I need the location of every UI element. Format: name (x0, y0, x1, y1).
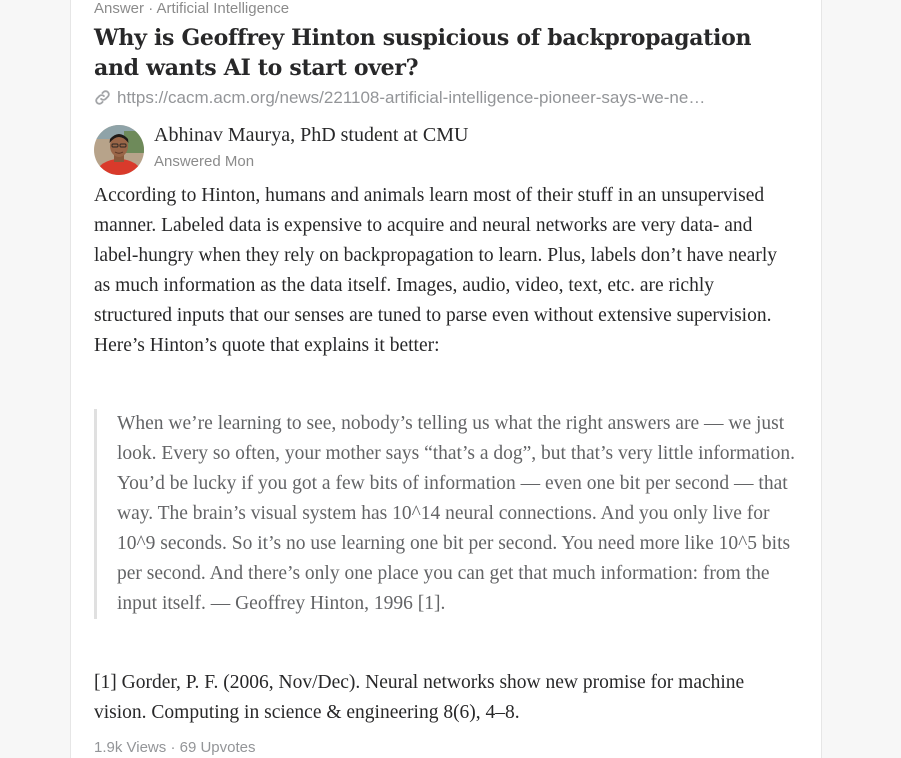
question-title[interactable]: Why is Geoffrey Hinton suspicious of bac… (94, 23, 794, 83)
avatar-image (94, 125, 144, 175)
views-count[interactable]: 1.9k Views (94, 739, 166, 756)
meta-separator: · (148, 0, 154, 17)
author-name[interactable]: Abhinav Maurya, PhD student at CMU (154, 124, 468, 147)
reference-citation: [1] Gorder, P. F. (2006, Nov/Dec). Neura… (94, 672, 745, 723)
upvotes-count[interactable]: 69 Upvotes (180, 739, 256, 756)
link-icon (95, 90, 110, 105)
answer-kind: Answer (94, 0, 145, 17)
stats-separator: · (170, 739, 176, 756)
topic-link[interactable]: Artificial Intelligence (157, 0, 290, 17)
answer-stats: 1.9k Views · 69 Upvotes (94, 739, 256, 756)
avatar[interactable] (94, 125, 144, 175)
hinton-quote: When we’re learning to see, nobody’s tel… (94, 409, 797, 619)
answered-date[interactable]: Answered Mon (154, 153, 254, 170)
answer-meta: Answer · Artificial Intelligence (94, 0, 289, 17)
answer-paragraph: According to Hinton, humans and animals … (94, 185, 778, 356)
question-source-link[interactable]: https://cacm.acm.org/news/221108-artific… (94, 88, 794, 112)
source-url: https://cacm.acm.org/news/221108-artific… (117, 88, 706, 107)
answer-card: Answer · Artificial Intelligence Why is … (70, 0, 822, 758)
